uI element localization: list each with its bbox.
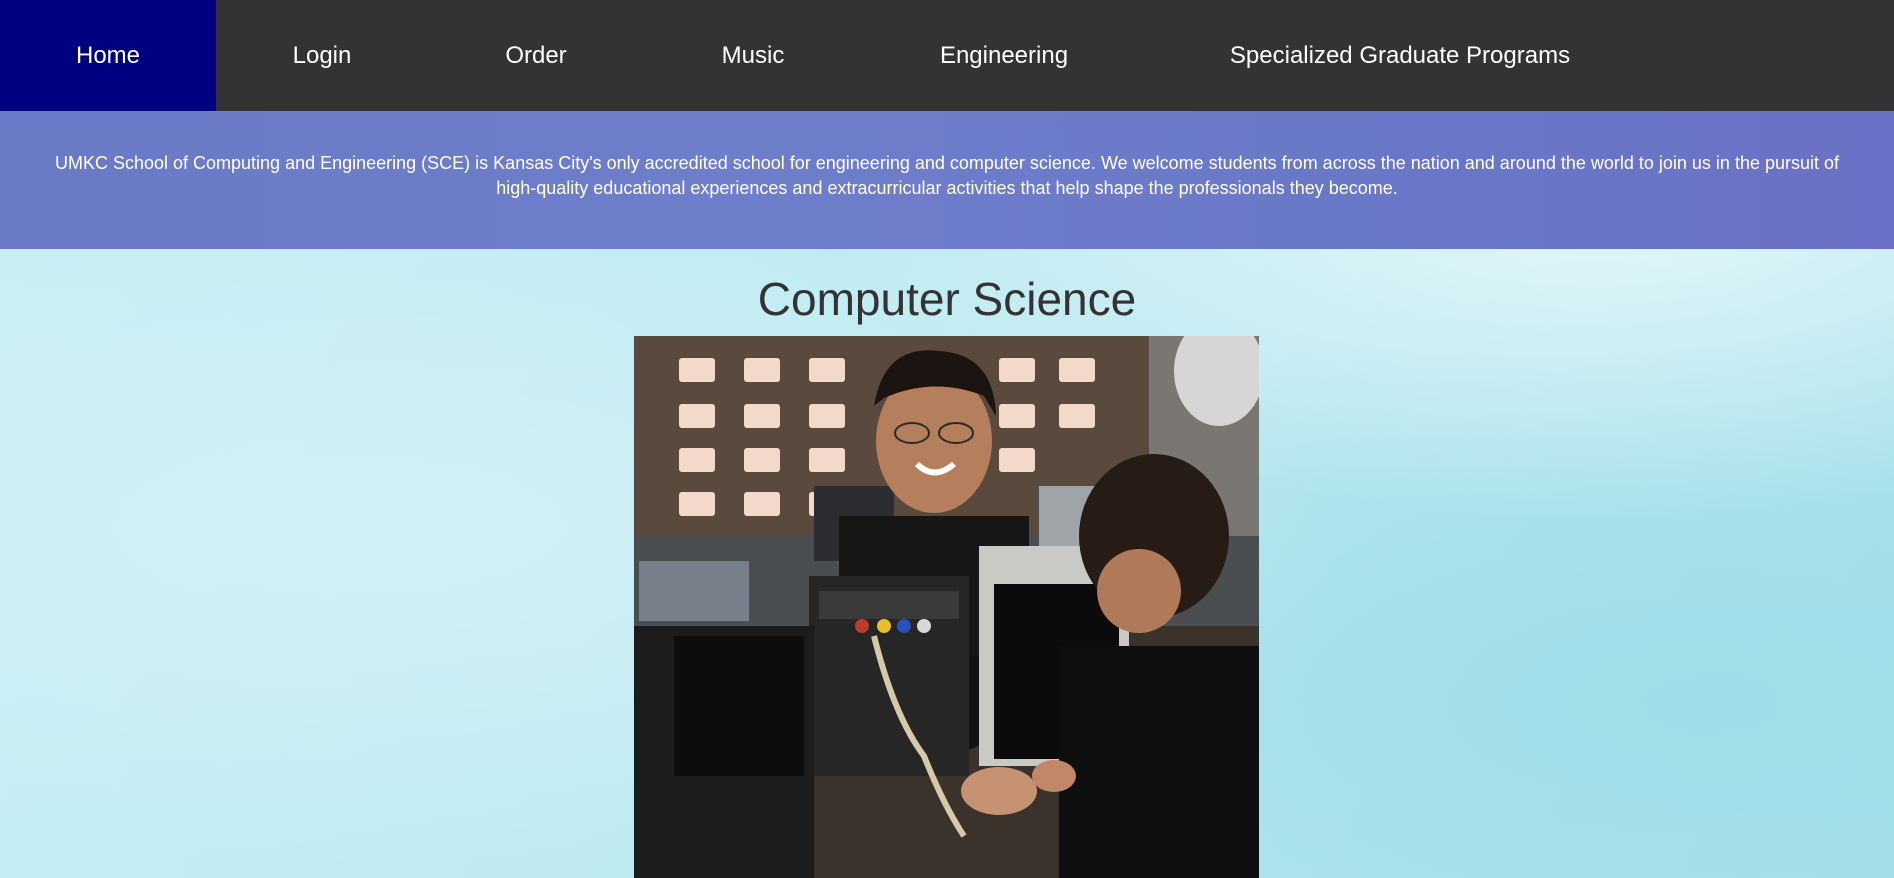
intro-text: UMKC School of Computing and Engineering… (54, 153, 1840, 198)
nav-music[interactable]: Music (644, 0, 862, 111)
nav-specialized-graduate-programs[interactable]: Specialized Graduate Programs (1146, 0, 1654, 111)
nav-home[interactable]: Home (0, 0, 216, 111)
top-navbar: Home Login Order Music Engineering Speci… (0, 0, 1894, 111)
students-lab-photo (634, 336, 1259, 878)
intro-banner: UMKC School of Computing and Engineering… (0, 111, 1894, 249)
nav-login[interactable]: Login (216, 0, 428, 111)
page-title: Computer Science (757, 273, 1137, 325)
nav-engineering[interactable]: Engineering (862, 0, 1146, 111)
nav-order[interactable]: Order (428, 0, 644, 111)
